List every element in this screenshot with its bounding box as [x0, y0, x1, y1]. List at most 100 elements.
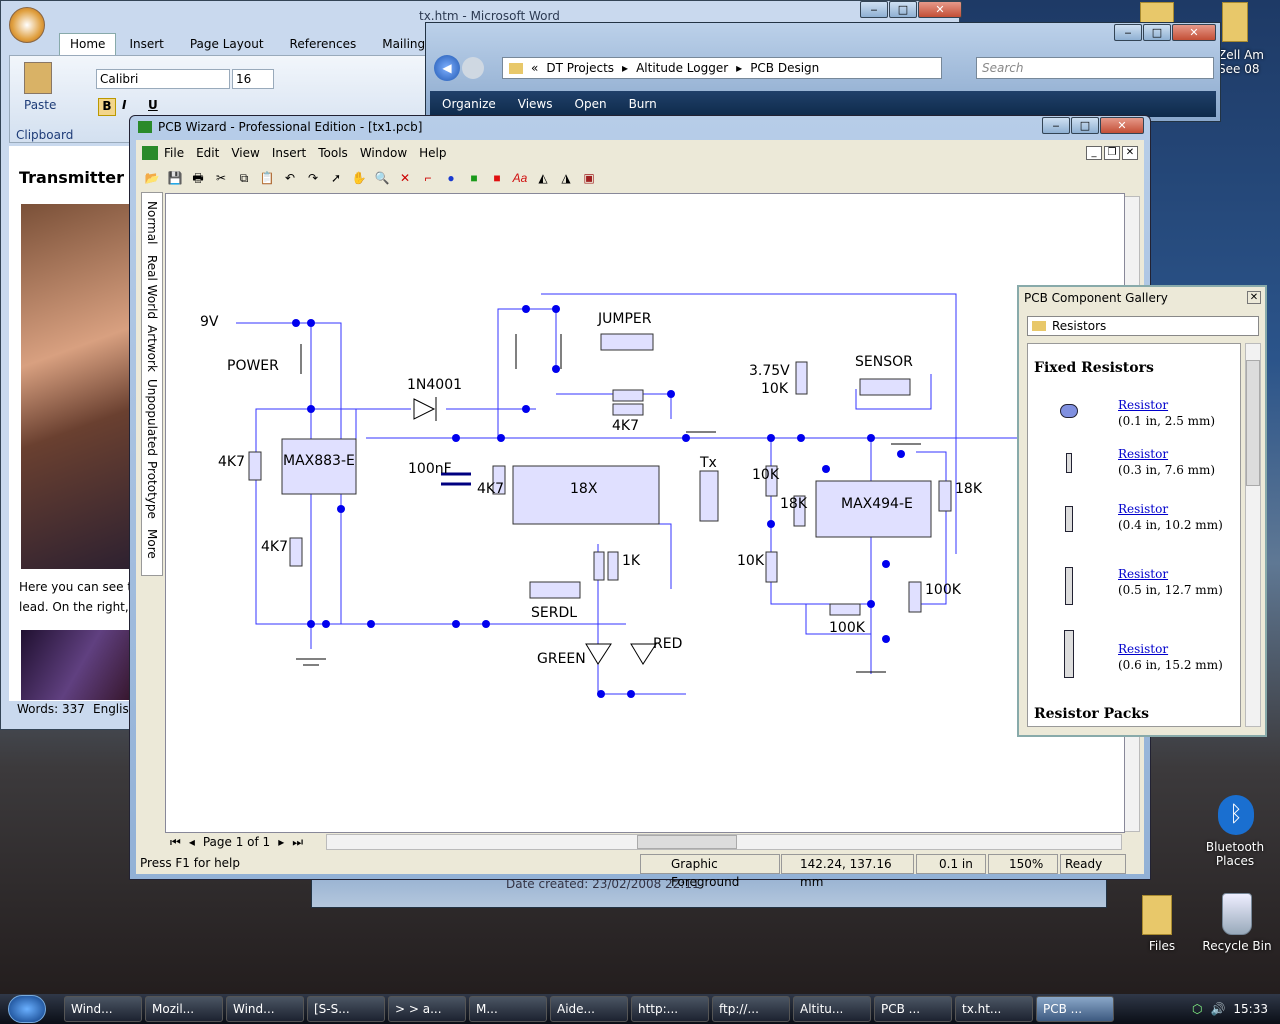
- horizontal-scroll-thumb[interactable]: [637, 835, 737, 849]
- undo-icon[interactable]: ↶: [280, 168, 300, 188]
- search-input[interactable]: Search: [976, 57, 1214, 79]
- paste-icon[interactable]: 📋: [257, 168, 277, 188]
- breadcrumb-altitude-logger[interactable]: Altitude Logger: [636, 61, 728, 75]
- close-button[interactable]: ✕: [918, 1, 962, 18]
- fill-icon[interactable]: ■: [487, 168, 507, 188]
- select-arrow-icon[interactable]: ➚: [326, 168, 346, 188]
- gallery-item-name[interactable]: Resistor: [1118, 398, 1168, 412]
- breadcrumb-pcb-design[interactable]: PCB Design: [750, 61, 819, 75]
- schematic-drawing[interactable]: [166, 194, 1126, 834]
- print-icon[interactable]: 🖶: [188, 168, 208, 188]
- menu-tools[interactable]: Tools: [312, 146, 354, 160]
- bluetooth-icon[interactable]: ᛒ: [1218, 795, 1254, 835]
- maximize-button[interactable]: □: [1071, 117, 1099, 134]
- flip-icon[interactable]: ◭: [533, 168, 553, 188]
- tab-prototype[interactable]: Prototype: [145, 461, 159, 519]
- gallery-item-3[interactable]: Resistor (0.4 in, 10.2 mm): [1034, 502, 1234, 536]
- last-page-icon[interactable]: ⏭: [292, 835, 303, 850]
- pad-icon[interactable]: ●: [441, 168, 461, 188]
- forward-button[interactable]: [462, 57, 484, 79]
- taskbar-item-9[interactable]: ftp://...: [712, 996, 790, 1022]
- address-bar[interactable]: « DT Projects ▸ Altitude Logger ▸ PCB Desi…: [502, 57, 942, 79]
- word-tab-insert[interactable]: Insert: [116, 33, 176, 55]
- hand-icon[interactable]: ✋: [349, 168, 369, 188]
- next-page-icon[interactable]: ▸: [278, 835, 284, 849]
- menu-window[interactable]: Window: [354, 146, 413, 160]
- volume-icon[interactable]: 🔊: [1210, 1002, 1225, 1016]
- taskbar-item-12[interactable]: tx.ht...: [955, 996, 1033, 1022]
- font-size-select[interactable]: 16: [232, 69, 274, 89]
- paste-icon[interactable]: [24, 62, 52, 94]
- maximize-button[interactable]: □: [1143, 24, 1171, 41]
- gallery-item-2[interactable]: Resistor (0.3 in, 7.6 mm): [1034, 447, 1234, 481]
- gallery-item-name[interactable]: Resistor: [1118, 447, 1168, 461]
- office-button[interactable]: [9, 7, 45, 43]
- clock[interactable]: 15:33: [1233, 1002, 1268, 1016]
- back-button[interactable]: ◀: [434, 55, 460, 81]
- delete-cross-icon[interactable]: ✕: [395, 168, 415, 188]
- word-tab-home[interactable]: Home: [59, 33, 117, 55]
- desktop-folder-icon-2[interactable]: [1222, 2, 1248, 42]
- gallery-item-name[interactable]: Resistor: [1118, 502, 1168, 516]
- tab-normal[interactable]: Normal: [145, 201, 159, 244]
- zoom-icon[interactable]: 🔍: [372, 168, 392, 188]
- menu-help[interactable]: Help: [413, 146, 452, 160]
- organize-button[interactable]: Organize: [442, 97, 496, 111]
- italic-button[interactable]: I: [122, 98, 126, 112]
- gallery-item-1[interactable]: Resistor (0.1 in, 2.5 mm): [1034, 398, 1234, 432]
- views-button[interactable]: Views: [518, 97, 553, 111]
- gallery-scroll-thumb[interactable]: [1246, 360, 1260, 486]
- burn-button[interactable]: Burn: [629, 97, 657, 111]
- maximize-button[interactable]: □: [889, 1, 917, 18]
- files-folder-icon[interactable]: [1142, 895, 1172, 935]
- taskbar-item-3[interactable]: Wind...: [226, 996, 304, 1022]
- open-button[interactable]: Open: [575, 97, 607, 111]
- first-page-icon[interactable]: ⏮: [170, 835, 181, 850]
- menu-file[interactable]: File: [158, 146, 190, 160]
- minimize-button[interactable]: ‒: [1114, 24, 1142, 41]
- open-icon[interactable]: 📂: [142, 168, 162, 188]
- cut-icon[interactable]: ✂: [211, 168, 231, 188]
- mdi-minimize-button[interactable]: _: [1086, 146, 1102, 160]
- component-box-icon[interactable]: ▣: [579, 168, 599, 188]
- track-icon[interactable]: ⌐: [418, 168, 438, 188]
- menu-edit[interactable]: Edit: [190, 146, 225, 160]
- word-tab-references[interactable]: References: [277, 33, 370, 55]
- gallery-category-select[interactable]: Resistors: [1027, 316, 1259, 336]
- mdi-restore-button[interactable]: ❐: [1104, 146, 1120, 160]
- mirror-icon[interactable]: ◮: [556, 168, 576, 188]
- minimize-button[interactable]: ‒: [1042, 117, 1070, 134]
- taskbar-item-10[interactable]: Altitu...: [793, 996, 871, 1022]
- gallery-scrollbar[interactable]: [1245, 343, 1261, 727]
- close-button[interactable]: ✕: [1100, 117, 1144, 134]
- taskbar-item-6[interactable]: M...: [469, 996, 547, 1022]
- prev-page-icon[interactable]: ◂: [189, 835, 195, 849]
- taskbar-item-4[interactable]: [S-S...: [307, 996, 385, 1022]
- close-button[interactable]: ✕: [1172, 24, 1216, 41]
- taskbar-item-5[interactable]: > > a...: [388, 996, 466, 1022]
- tab-unpopulated[interactable]: Unpopulated: [145, 379, 159, 456]
- taskbar-item-11[interactable]: PCB ...: [874, 996, 952, 1022]
- mdi-close-button[interactable]: ✕: [1122, 146, 1138, 160]
- breadcrumb-overflow-icon[interactable]: «: [531, 61, 538, 75]
- rectangle-icon[interactable]: ■: [464, 168, 484, 188]
- network-icon[interactable]: ⬡: [1192, 1002, 1202, 1016]
- taskbar-item-2[interactable]: Mozil...: [145, 996, 223, 1022]
- gallery-item-4[interactable]: Resistor (0.5 in, 12.7 mm): [1034, 567, 1234, 611]
- paste-label[interactable]: Paste: [24, 98, 56, 112]
- menu-view[interactable]: View: [225, 146, 265, 160]
- gallery-item-name[interactable]: Resistor: [1118, 642, 1168, 656]
- bold-button[interactable]: B: [98, 98, 116, 116]
- schematic-canvas[interactable]: 9V POWER 4K7 MAX883-E 4K7 1N4001 100nF 4…: [165, 193, 1125, 833]
- font-name-select[interactable]: Calibri: [96, 69, 230, 89]
- start-button[interactable]: [8, 995, 46, 1023]
- tab-more[interactable]: More: [145, 529, 159, 559]
- tab-artwork[interactable]: Artwork: [145, 325, 159, 372]
- save-icon[interactable]: 💾: [165, 168, 185, 188]
- taskbar-item-1[interactable]: Wind...: [64, 996, 142, 1022]
- tab-real-world[interactable]: Real World: [145, 255, 159, 319]
- recycle-bin-icon[interactable]: [1222, 893, 1252, 935]
- horizontal-scrollbar[interactable]: [326, 834, 1122, 850]
- minimize-button[interactable]: ‒: [860, 1, 888, 18]
- redo-icon[interactable]: ↷: [303, 168, 323, 188]
